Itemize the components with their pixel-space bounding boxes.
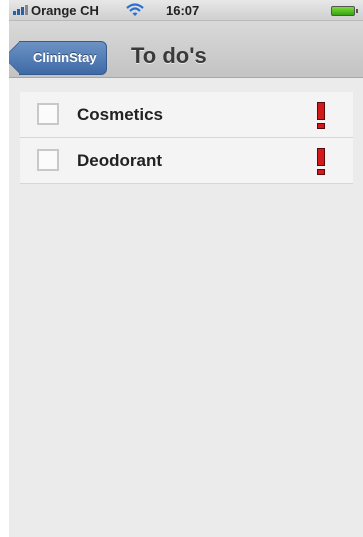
todo-label: Cosmetics [77, 105, 163, 124]
status-bar: Orange CH 16:07 [9, 0, 363, 21]
navigation-bar: ClininStay To do's [9, 21, 363, 78]
phone-screen: Orange CH 16:07 ClininStay To do's Cosme… [9, 0, 363, 537]
page-title: To do's [131, 43, 207, 68]
exclamation-icon [317, 102, 325, 129]
status-time: 16:07 [166, 3, 200, 18]
battery-icon [331, 6, 358, 16]
todo-checkbox[interactable] [37, 103, 59, 125]
wifi-icon [126, 2, 144, 18]
todo-label: Deodorant [77, 151, 162, 170]
signal-strength-icon [13, 5, 31, 15]
todo-checkbox[interactable] [37, 149, 59, 171]
back-button[interactable]: ClininStay [19, 41, 107, 75]
carrier-name: Orange CH [31, 3, 99, 18]
todo-item[interactable]: Deodorant [20, 138, 353, 184]
exclamation-icon [317, 148, 325, 175]
todo-item[interactable]: Cosmetics [20, 92, 353, 138]
todo-list: Cosmetics Deodorant [20, 92, 353, 184]
